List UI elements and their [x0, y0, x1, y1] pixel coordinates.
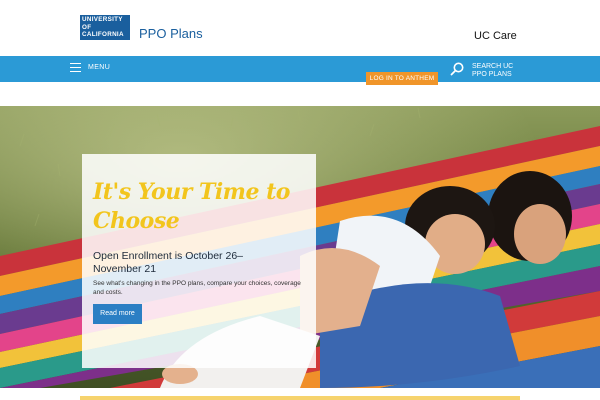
- university-of-california-logo[interactable]: UNIVERSITY OF CALIFORNIA: [80, 15, 130, 40]
- hero-banner: It's Your Time to Choose Open Enrollment…: [0, 106, 600, 388]
- hamburger-icon[interactable]: [70, 63, 81, 73]
- promo-headline: It's Your Time to Choose: [93, 179, 290, 234]
- promo-description: See what's changing in the PPO plans, co…: [93, 280, 301, 296]
- search-ppo-plans-link[interactable]: SEARCH UC PPO PLANS: [472, 63, 532, 79]
- read-more-button[interactable]: Read more: [93, 304, 142, 324]
- logo-line-3: CALIFORNIA: [82, 31, 124, 39]
- promo-subheading: Open Enrollment is October 26–November 2…: [93, 250, 243, 275]
- logo-line-2: OF: [82, 23, 92, 31]
- next-section-edge: [80, 396, 520, 400]
- site-title[interactable]: PPO Plans: [139, 26, 203, 41]
- log-in-to-anthem-button[interactable]: LOG IN TO ANTHEM: [366, 72, 438, 85]
- search-label-line-2: PPO PLANS: [472, 71, 512, 78]
- logo-line-1: UNIVERSITY: [82, 16, 123, 24]
- menu-toggle-button[interactable]: MENU: [70, 63, 111, 73]
- site-header: UNIVERSITY OF CALIFORNIA PPO Plans UC Ca…: [0, 0, 600, 56]
- uc-care-link[interactable]: UC Care: [474, 30, 517, 42]
- search-icon[interactable]: [450, 62, 464, 76]
- menu-label: MENU: [88, 64, 111, 71]
- open-enrollment-promo-card: It's Your Time to Choose Open Enrollment…: [82, 154, 316, 368]
- search-label-line-1: SEARCH UC: [472, 63, 514, 70]
